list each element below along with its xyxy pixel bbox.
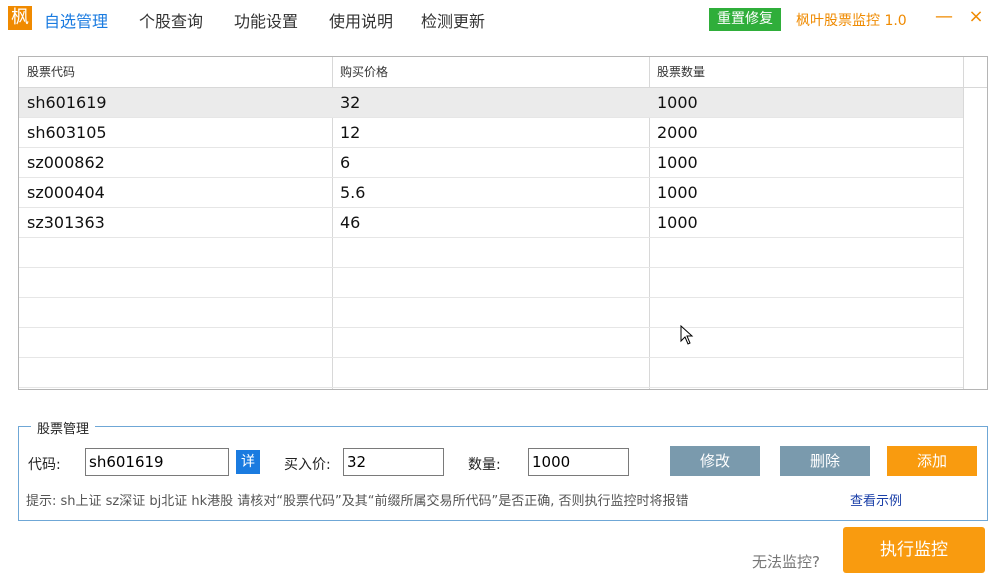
close-icon[interactable]: × bbox=[965, 6, 987, 28]
view-example-link[interactable]: 查看示例 bbox=[850, 490, 902, 509]
price-label: 买入价: bbox=[284, 457, 331, 473]
cell-code: sh603105 bbox=[27, 123, 107, 142]
cant-monitor-link[interactable]: 无法监控? bbox=[752, 551, 820, 572]
table-header: 股票代码 购买价格 股票数量 bbox=[19, 57, 987, 88]
cell-price: 32 bbox=[340, 93, 361, 112]
empty-row bbox=[19, 298, 963, 328]
edit-button[interactable]: 修改 bbox=[670, 446, 760, 476]
cell-quantity: 2000 bbox=[657, 123, 698, 142]
quantity-label: 数量: bbox=[468, 457, 501, 473]
cell-price: 12 bbox=[340, 123, 361, 142]
stock-table: 股票代码 购买价格 股票数量 sh601619 32 1000 sh603105… bbox=[18, 56, 988, 390]
table-row[interactable]: sz000862 6 1000 bbox=[19, 148, 963, 178]
empty-row bbox=[19, 328, 963, 358]
header-quantity[interactable]: 股票数量 bbox=[649, 57, 963, 87]
empty-row bbox=[19, 268, 963, 298]
reset-repair-button[interactable]: 重置修复 bbox=[709, 8, 781, 31]
run-monitor-button[interactable]: 执行监控 bbox=[843, 527, 985, 573]
cell-quantity: 1000 bbox=[657, 93, 698, 112]
cell-price: 46 bbox=[340, 213, 361, 232]
code-label: 代码: bbox=[28, 457, 61, 473]
app-logo: 枫 bbox=[8, 6, 32, 30]
table-row[interactable]: sh603105 12 2000 bbox=[19, 118, 963, 148]
table-row[interactable]: sh601619 32 1000 bbox=[19, 88, 963, 118]
cell-quantity: 1000 bbox=[657, 153, 698, 172]
column-divider bbox=[963, 57, 964, 389]
code-input[interactable] bbox=[85, 448, 229, 476]
cell-quantity: 1000 bbox=[657, 213, 698, 232]
cell-price: 6 bbox=[340, 153, 351, 172]
mouse-cursor-icon bbox=[680, 325, 694, 345]
app-title: 枫叶股票监控 1.0 bbox=[796, 13, 907, 29]
empty-row bbox=[19, 238, 963, 268]
cell-code: sz000862 bbox=[27, 153, 105, 172]
cell-code: sh601619 bbox=[27, 93, 107, 112]
menu-settings[interactable]: 功能设置 bbox=[234, 8, 298, 32]
header-stock-code[interactable]: 股票代码 bbox=[19, 57, 332, 87]
group-legend: 股票管理 bbox=[31, 418, 96, 437]
menu-help[interactable]: 使用说明 bbox=[329, 8, 393, 32]
cell-price: 5.6 bbox=[340, 183, 366, 202]
table-row[interactable]: sz301363 46 1000 bbox=[19, 208, 963, 238]
hint-text: 提示: sh上证 sz深证 bj北证 hk港股 请核对“股票代码”及其“前缀所属… bbox=[26, 494, 689, 509]
delete-button[interactable]: 删除 bbox=[780, 446, 870, 476]
menu-watchlist[interactable]: 自选管理 bbox=[44, 8, 108, 32]
add-button[interactable]: 添加 bbox=[887, 446, 977, 476]
detail-button[interactable]: 详 bbox=[236, 450, 260, 474]
header-buy-price[interactable]: 购买价格 bbox=[332, 57, 649, 87]
menu-stock-query[interactable]: 个股查询 bbox=[139, 8, 203, 32]
quantity-input[interactable] bbox=[528, 448, 629, 476]
table-row[interactable]: sz000404 5.6 1000 bbox=[19, 178, 963, 208]
menu-check-update[interactable]: 检测更新 bbox=[421, 8, 485, 32]
cell-code: sz000404 bbox=[27, 183, 105, 202]
minimize-icon[interactable]: — bbox=[933, 6, 955, 28]
price-input[interactable] bbox=[343, 448, 444, 476]
cell-quantity: 1000 bbox=[657, 183, 698, 202]
empty-row bbox=[19, 358, 963, 388]
cell-code: sz301363 bbox=[27, 213, 105, 232]
